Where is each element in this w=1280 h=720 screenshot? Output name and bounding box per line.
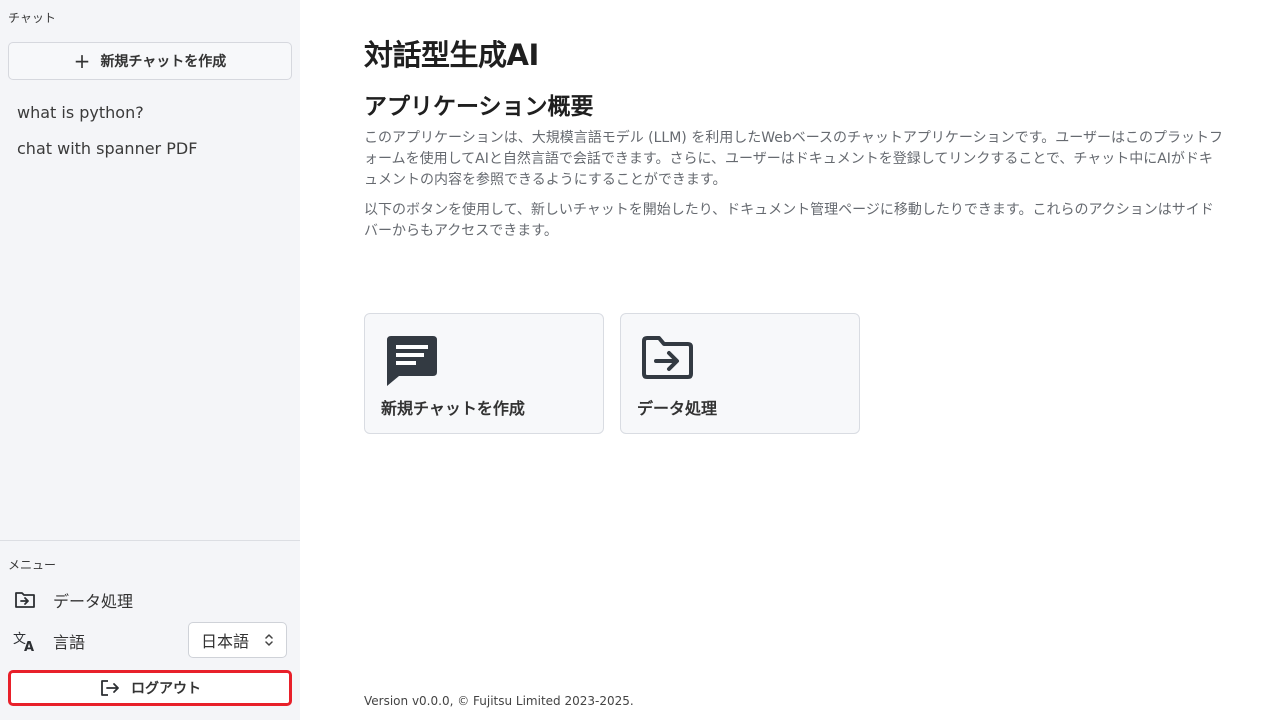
menu-divider bbox=[0, 540, 300, 541]
new-chat-button[interactable]: + 新規チャットを作成 bbox=[8, 42, 292, 80]
new-chat-card[interactable]: 新規チャットを作成 bbox=[364, 313, 604, 434]
chat-history-item[interactable]: chat with spanner PDF bbox=[17, 139, 197, 158]
language-select[interactable]: 日本語 bbox=[188, 622, 287, 658]
plus-icon: + bbox=[73, 49, 91, 73]
new-chat-button-label: 新規チャットを作成 bbox=[100, 54, 227, 70]
overview-paragraph: このアプリケーションは、大規模言語モデル (LLM) を利用したWebベースのチ… bbox=[364, 130, 1223, 188]
logout-button-label: ログアウト bbox=[131, 681, 201, 697]
chevron-up-down-icon bbox=[264, 631, 274, 653]
sidebar: チャット + 新規チャットを作成 what is python? chat wi… bbox=[0, 0, 300, 720]
new-chat-card-label: 新規チャットを作成 bbox=[381, 399, 525, 418]
instructions-paragraph: 以下のボタンを使用して、新しいチャットを開始したり、ドキュメント管理ページに移動… bbox=[364, 202, 1214, 239]
svg-text:A: A bbox=[24, 640, 34, 652]
main-content: 対話型生成AI アプリケーション概要 このアプリケーションは、大規模言語モデル … bbox=[300, 0, 1280, 720]
version-footer: Version v0.0.0, © Fujitsu Limited 2023-2… bbox=[364, 694, 634, 708]
data-processing-card[interactable]: データ処理 bbox=[620, 313, 860, 434]
chat-history-item[interactable]: what is python? bbox=[17, 103, 144, 122]
data-processing-card-label: データ処理 bbox=[637, 399, 718, 418]
logout-button[interactable]: ログアウト bbox=[8, 670, 292, 706]
folder-arrow-icon bbox=[12, 589, 38, 611]
folder-arrow-icon bbox=[641, 334, 695, 386]
menu-section-label: メニュー bbox=[8, 558, 57, 572]
language-select-value: 日本語 bbox=[201, 632, 250, 651]
chat-section-label: チャット bbox=[8, 11, 56, 25]
chat-icon bbox=[385, 334, 439, 390]
sidebar-item-data-processing[interactable]: データ処理 bbox=[12, 588, 133, 612]
overview-title: アプリケーション概要 bbox=[364, 94, 594, 120]
translate-icon: 文 A bbox=[12, 630, 38, 652]
sidebar-item-language: 文 A 言語 bbox=[12, 629, 85, 653]
logout-icon bbox=[101, 680, 119, 696]
app: チャット + 新規チャットを作成 what is python? chat wi… bbox=[0, 0, 1280, 720]
sidebar-item-label: データ処理 bbox=[53, 592, 134, 611]
page-title: 対話型生成AI bbox=[364, 38, 539, 72]
language-label: 言語 bbox=[53, 633, 86, 652]
